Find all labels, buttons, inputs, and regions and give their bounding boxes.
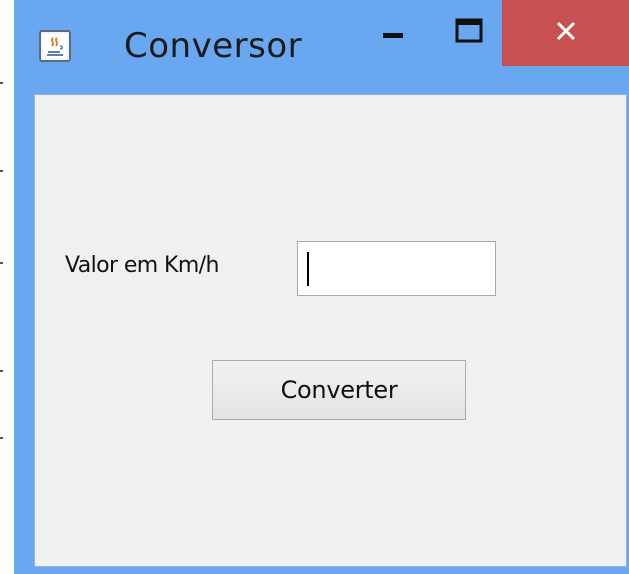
background-mark — [0, 262, 3, 264]
java-cup-icon[interactable] — [39, 30, 71, 62]
speed-input[interactable] — [297, 241, 496, 296]
screen: Conversor Valor em Km/h Converter — [0, 0, 629, 574]
title-bar[interactable]: Conversor — [14, 0, 629, 94]
background-mark — [0, 82, 3, 84]
content-panel: Valor em Km/h Converter — [34, 94, 627, 567]
close-icon — [555, 20, 577, 46]
background-mark — [0, 370, 3, 372]
maximize-button[interactable] — [438, 0, 500, 66]
close-button[interactable] — [502, 0, 629, 66]
background-mark — [0, 170, 3, 172]
minimize-icon — [381, 19, 405, 47]
speed-label: Valor em Km/h — [65, 253, 219, 278]
convert-button[interactable]: Converter — [212, 360, 466, 420]
minimize-button[interactable] — [362, 0, 424, 66]
window-title: Conversor — [124, 26, 303, 66]
maximize-icon — [455, 18, 483, 48]
text-caret — [307, 252, 309, 286]
background-mark — [0, 437, 3, 439]
app-window: Conversor Valor em Km/h Converter — [14, 0, 629, 574]
